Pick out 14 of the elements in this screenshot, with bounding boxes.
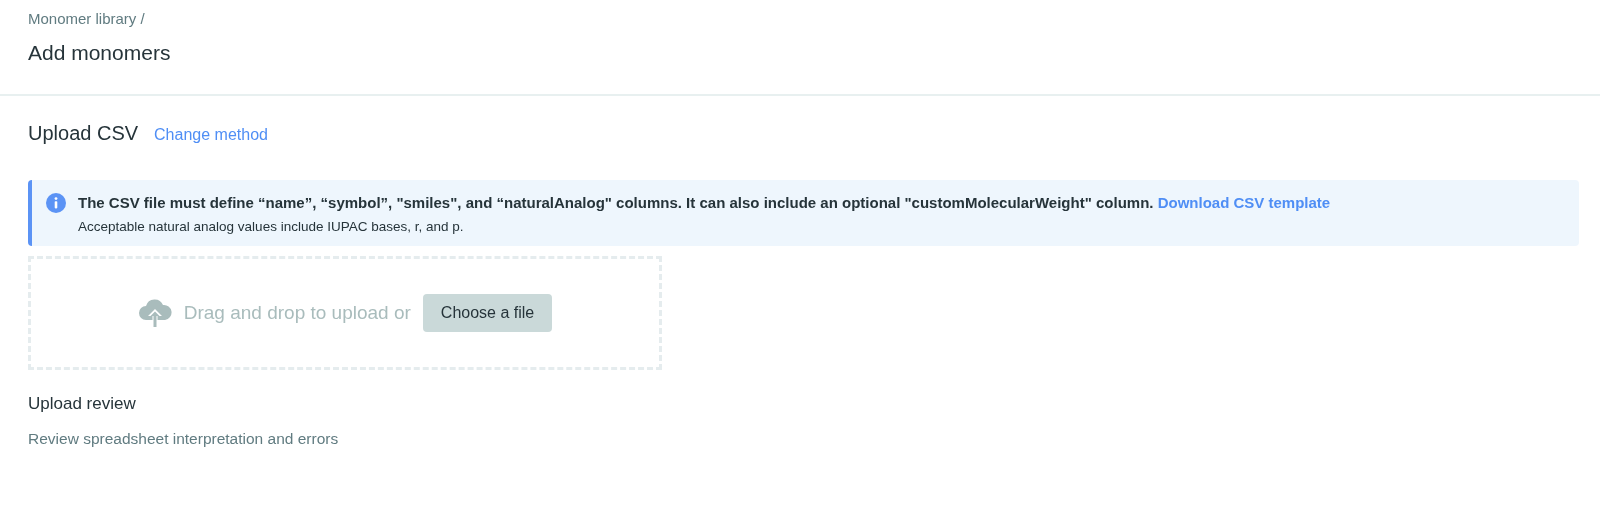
review-title: Upload review	[28, 394, 137, 414]
download-template-link[interactable]: Download CSV template	[1157, 194, 1331, 211]
info-message: The CSV file must define “name”, “symbol”, "smiles", and “naturalAnalog" columns. It can also include an optional "customMolecularWeight" column. Download CSV template	[78, 193, 1331, 213]
breadcrumb-link[interactable]: Monomer library /	[28, 8, 1572, 30]
choose-file-button[interactable]: Choose a file	[422, 294, 553, 332]
section-title: Upload CSV	[28, 122, 139, 145]
cloud-upload-icon	[137, 298, 172, 328]
change-method-link[interactable]: Change method	[154, 126, 268, 144]
dropzone[interactable]: Drag and drop to upload or Choose a file	[28, 256, 662, 370]
page-title: Add monomers	[28, 40, 172, 66]
info-icon	[46, 193, 66, 213]
dropzone-text: Drag and drop to upload or	[183, 302, 411, 324]
info-note: Acceptable natural analog values include IUPAC bases, r, and p.	[78, 218, 465, 236]
review-subtitle: Review spreadsheet interpretation and errors	[28, 430, 340, 448]
